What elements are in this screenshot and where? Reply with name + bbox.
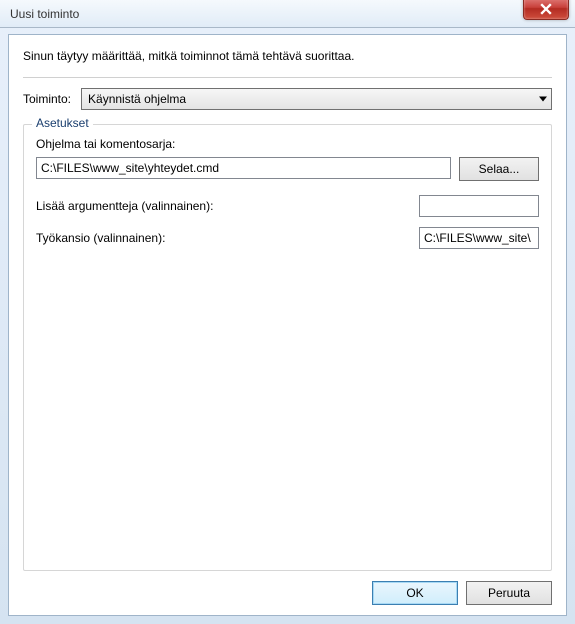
close-button[interactable] [523,0,569,20]
program-row: Selaa... [36,157,539,181]
action-row: Toiminto: Käynnistä ohjelma [23,88,552,110]
client-area: Sinun täytyy määrittää, mitkä toiminnot … [8,34,567,616]
settings-fieldset: Asetukset Ohjelma tai komentosarja: Sela… [23,124,552,571]
cancel-button[interactable]: Peruuta [466,581,552,605]
separator [23,77,552,78]
window-title: Uusi toiminto [10,7,79,21]
startin-input[interactable] [419,227,539,249]
settings-legend: Asetukset [32,116,93,130]
startin-row: Työkansio (valinnainen): [36,227,539,249]
dialog-window: Uusi toiminto Sinun täytyy määrittää, mi… [0,0,575,624]
action-dropdown[interactable]: Käynnistä ohjelma [81,88,552,110]
action-label: Toiminto: [23,92,71,106]
arguments-row: Lisää argumentteja (valinnainen): [36,195,539,217]
browse-button[interactable]: Selaa... [459,157,539,181]
button-row: OK Peruuta [23,581,552,605]
arguments-label: Lisää argumentteja (valinnainen): [36,199,213,213]
close-icon [540,3,552,15]
program-input[interactable] [36,157,451,179]
chevron-down-icon [539,97,547,102]
titlebar[interactable]: Uusi toiminto [0,0,575,28]
startin-label: Työkansio (valinnainen): [36,231,165,245]
ok-button[interactable]: OK [372,581,458,605]
arguments-input[interactable] [419,195,539,217]
program-label: Ohjelma tai komentosarja: [36,137,539,151]
action-dropdown-value: Käynnistä ohjelma [88,92,186,106]
instruction-text: Sinun täytyy määrittää, mitkä toiminnot … [23,49,552,63]
